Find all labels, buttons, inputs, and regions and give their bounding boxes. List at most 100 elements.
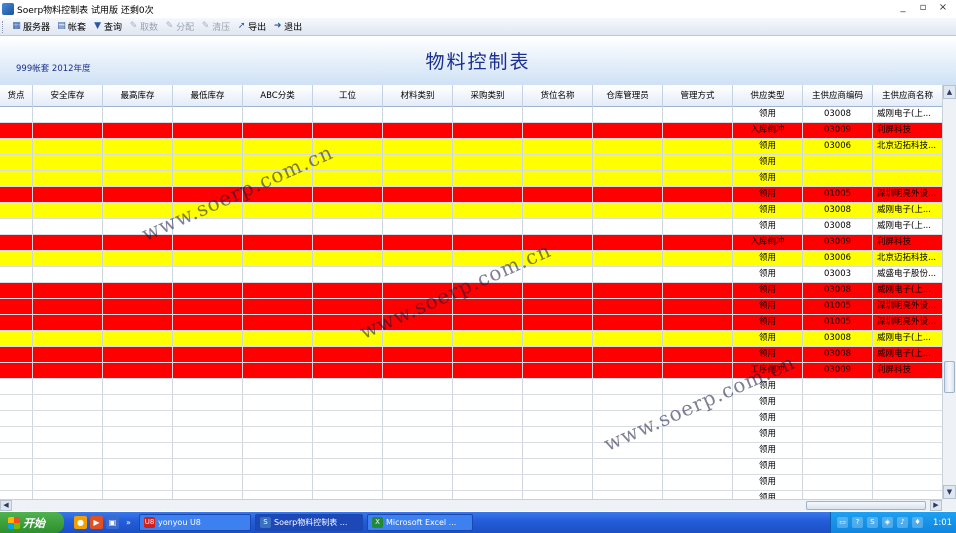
table-row[interactable]: 领用 — [0, 427, 942, 443]
table-cell[interactable] — [523, 235, 593, 250]
table-cell[interactable] — [33, 107, 103, 122]
table-cell[interactable] — [0, 235, 33, 250]
column-header[interactable]: 工位 — [313, 85, 383, 107]
table-cell[interactable] — [383, 491, 453, 499]
table-cell[interactable]: 领用 — [733, 443, 803, 458]
language-icon[interactable]: S — [867, 517, 878, 528]
table-cell[interactable] — [383, 283, 453, 298]
table-cell[interactable]: 威刚电子(上... — [873, 107, 942, 122]
table-cell[interactable] — [103, 347, 173, 362]
table-cell[interactable] — [453, 123, 523, 138]
table-cell[interactable]: 领用 — [733, 219, 803, 234]
table-cell[interactable] — [523, 283, 593, 298]
table-cell[interactable] — [33, 171, 103, 186]
table-row[interactable]: 入库倒冲 03009 利屏科技 — [0, 123, 942, 139]
table-cell[interactable] — [243, 203, 313, 218]
table-cell[interactable]: 领用 — [733, 427, 803, 442]
table-cell[interactable] — [803, 475, 873, 490]
table-cell[interactable] — [33, 443, 103, 458]
restore-button[interactable]: ▫ — [916, 2, 930, 15]
table-cell[interactable] — [663, 347, 733, 362]
table-cell[interactable] — [33, 427, 103, 442]
table-cell[interactable] — [33, 203, 103, 218]
table-cell[interactable] — [313, 363, 383, 378]
table-cell[interactable]: 入库倒冲 — [733, 123, 803, 138]
table-cell[interactable] — [593, 123, 663, 138]
table-cell[interactable] — [453, 459, 523, 474]
table-cell[interactable] — [243, 315, 313, 330]
column-header[interactable]: 采购类别 — [453, 85, 523, 107]
table-cell[interactable] — [383, 443, 453, 458]
table-cell[interactable] — [593, 491, 663, 499]
table-cell[interactable] — [33, 123, 103, 138]
desktop-icon[interactable]: ▣ — [106, 516, 119, 529]
table-cell[interactable] — [243, 331, 313, 346]
table-cell[interactable] — [103, 427, 173, 442]
table-cell[interactable] — [173, 443, 243, 458]
toolbar-button-account-book[interactable]: ▤ 帐套 — [53, 19, 89, 35]
table-cell[interactable] — [453, 283, 523, 298]
horizontal-scroll-thumb[interactable] — [806, 501, 926, 510]
security-icon[interactable]: ♦ — [912, 517, 923, 528]
table-cell[interactable] — [803, 395, 873, 410]
table-cell[interactable] — [33, 491, 103, 499]
table-cell[interactable] — [313, 331, 383, 346]
table-cell[interactable]: 03003 — [803, 267, 873, 282]
table-cell[interactable] — [243, 411, 313, 426]
table-cell[interactable] — [173, 187, 243, 202]
window-title-bar[interactable]: Soerp物料控制表 试用版 还剩0次 _ ▫ × — [0, 0, 956, 18]
table-row[interactable]: 领用 — [0, 379, 942, 395]
table-cell[interactable]: 领用 — [733, 347, 803, 362]
column-header[interactable]: 货位名称 — [523, 85, 593, 107]
table-cell[interactable] — [383, 475, 453, 490]
column-header[interactable]: 供应类型 — [733, 85, 803, 107]
table-cell[interactable] — [523, 379, 593, 394]
table-cell[interactable] — [243, 347, 313, 362]
table-cell[interactable] — [453, 347, 523, 362]
table-cell[interactable] — [523, 395, 593, 410]
table-cell[interactable] — [873, 475, 942, 490]
table-cell[interactable]: 03008 — [803, 331, 873, 346]
media-icon[interactable]: ▶ — [90, 516, 103, 529]
table-cell[interactable] — [0, 139, 33, 154]
column-header[interactable]: ABC分类 — [243, 85, 313, 107]
table-cell[interactable] — [663, 187, 733, 202]
table-cell[interactable] — [103, 443, 173, 458]
volume-icon[interactable]: ♪ — [897, 517, 908, 528]
table-cell[interactable] — [383, 315, 453, 330]
table-cell[interactable] — [103, 155, 173, 170]
table-cell[interactable] — [173, 139, 243, 154]
table-cell[interactable]: 威盛电子股份... — [873, 267, 942, 282]
table-cell[interactable] — [453, 379, 523, 394]
table-cell[interactable] — [453, 107, 523, 122]
table-cell[interactable] — [663, 475, 733, 490]
table-cell[interactable] — [33, 315, 103, 330]
table-cell[interactable]: 利屏科技 — [873, 123, 942, 138]
table-cell[interactable] — [103, 283, 173, 298]
table-cell[interactable]: 领用 — [733, 395, 803, 410]
table-cell[interactable] — [453, 443, 523, 458]
table-cell[interactable] — [243, 491, 313, 499]
table-cell[interactable] — [33, 155, 103, 170]
table-cell[interactable] — [593, 395, 663, 410]
scroll-right-button[interactable]: ▶ — [930, 500, 942, 511]
table-cell[interactable] — [0, 379, 33, 394]
table-cell[interactable] — [103, 139, 173, 154]
table-cell[interactable]: 领用 — [733, 299, 803, 314]
table-cell[interactable] — [523, 347, 593, 362]
table-cell[interactable]: 威刚电子(上... — [873, 347, 942, 362]
table-row[interactable]: 领用 — [0, 155, 942, 171]
table-cell[interactable] — [313, 347, 383, 362]
table-cell[interactable] — [243, 267, 313, 282]
table-cell[interactable] — [523, 139, 593, 154]
table-row[interactable]: 领用 — [0, 171, 942, 187]
column-header[interactable]: 材料类别 — [383, 85, 453, 107]
table-cell[interactable] — [593, 267, 663, 282]
column-header[interactable]: 安全库存 — [33, 85, 103, 107]
table-cell[interactable]: 03006 — [803, 251, 873, 266]
table-cell[interactable] — [663, 171, 733, 186]
table-cell[interactable] — [663, 299, 733, 314]
table-cell[interactable] — [0, 347, 33, 362]
table-cell[interactable] — [313, 459, 383, 474]
table-row[interactable]: 领用 03008 威刚电子(上... — [0, 283, 942, 299]
